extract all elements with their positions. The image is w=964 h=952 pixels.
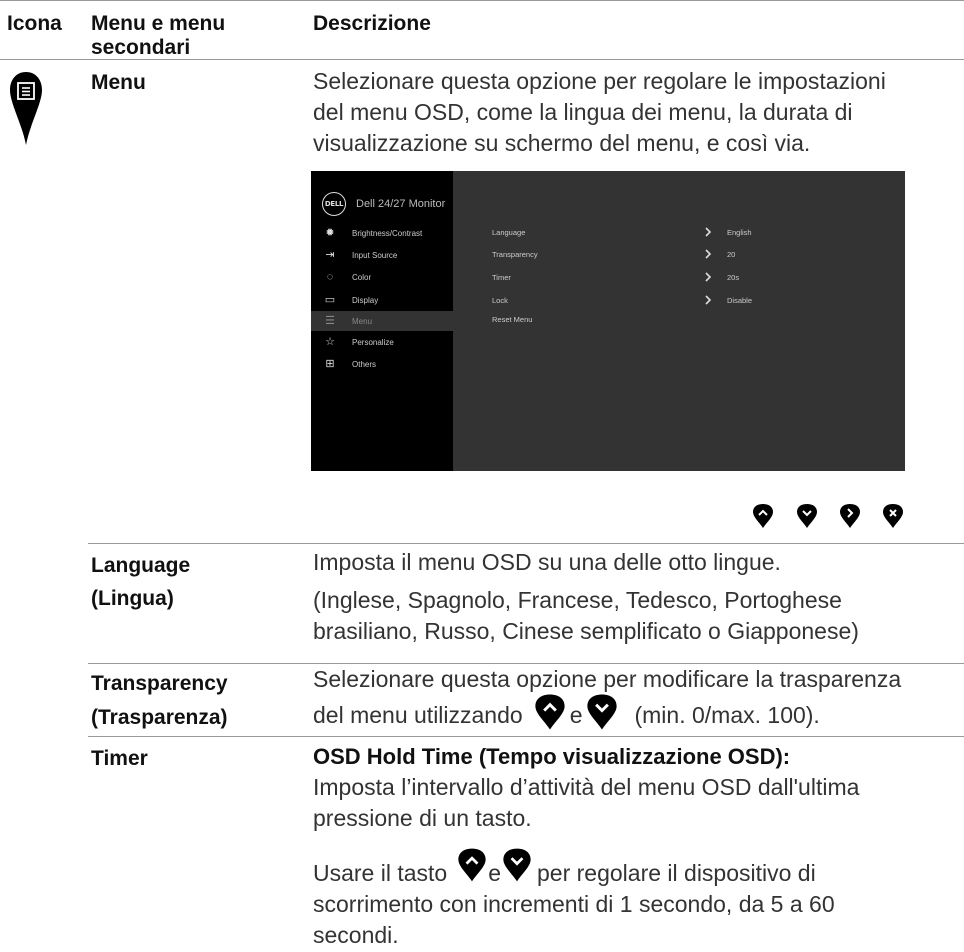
top-rule — [0, 0, 964, 1]
right-button-icon[interactable] — [839, 503, 861, 529]
row-rule — [88, 736, 964, 737]
transparency-description: Selezionare questa opzione per modificar… — [313, 664, 963, 731]
transparency-desc-pre: del menu utilizzando — [313, 701, 523, 728]
osd-row-language[interactable]: Language — [492, 228, 525, 237]
menu-desc-line: Selezionare questa opzione per regolare … — [313, 68, 886, 94]
down-button-icon — [587, 694, 618, 730]
timer-description: OSD Hold Time (Tempo visualizzazione OSD… — [313, 741, 963, 951]
others-icon: ⊞ — [325, 358, 335, 370]
timer-desc-line: pressione di un tasto. — [313, 805, 532, 831]
osd-sidebar: DELL Dell 24/27 Monitor ✹ Brightness/Con… — [311, 171, 453, 471]
timer-use-line2: scorrimento con incrementi di 1 secondo,… — [313, 891, 835, 917]
osd-item-label: Personalize — [352, 337, 394, 347]
header-col-description: Descrizione — [313, 12, 431, 35]
language-desc-line: (Inglese, Spagnolo, Francese, Tedesco, P… — [313, 587, 842, 613]
menu-label: Menu — [91, 71, 146, 94]
chevron-right-icon — [705, 295, 712, 305]
timer-heading: OSD Hold Time (Tempo visualizzazione OSD… — [313, 744, 791, 769]
language-desc-line: Imposta il menu OSD su una delle otto li… — [313, 549, 781, 575]
chevron-right-icon — [705, 272, 712, 282]
row-rule — [88, 543, 964, 544]
language-label-line1: Language — [91, 554, 191, 577]
timer-use-line1: Usare il tasto e per regolare il disposi… — [313, 847, 963, 889]
language-label-line2: (Lingua) — [91, 587, 174, 610]
down-button-icon[interactable] — [796, 503, 818, 529]
header-col-menu: Menu e menu secondari — [91, 12, 225, 60]
osd-row-timer[interactable]: Timer — [492, 273, 511, 282]
osd-title: Dell 24/27 Monitor — [356, 198, 446, 210]
header-col-menu-line1: Menu e menu — [91, 12, 226, 35]
menu-icon: ☰ — [325, 315, 335, 327]
osd-item-display[interactable]: ▭ Display — [311, 290, 453, 310]
star-icon: ☆ — [325, 336, 335, 348]
transparency-label-line1: Transparency — [91, 672, 228, 695]
osd-item-color[interactable]: ◌ Color — [311, 267, 453, 287]
osd-value-timer: 20s — [727, 273, 740, 282]
osd-item-personalize[interactable]: ☆ Personalize — [311, 332, 453, 352]
osd-item-label: Brightness/Contrast — [352, 228, 423, 238]
transparency-label: Transparency (Trasparenza) — [91, 667, 228, 735]
osd-item-brightness[interactable]: ✹ Brightness/Contrast — [311, 223, 453, 243]
osd-row-lock[interactable]: Lock — [492, 296, 508, 305]
timer-use-mid: e — [488, 860, 502, 886]
osd-row-reset-menu[interactable]: Reset Menu — [492, 315, 532, 324]
transparency-desc-line: Selezionare questa opzione per modificar… — [313, 666, 902, 692]
osd-value-transparency: 20 — [727, 250, 736, 259]
timer-use-post: per regolare il dispositivo di — [537, 860, 816, 886]
language-label: Language (Lingua) — [91, 549, 190, 615]
osd-item-input-source[interactable]: ⇥ Input Source — [311, 245, 453, 265]
transparency-desc-post: (min. 0/max. 100). — [634, 701, 820, 728]
chevron-right-icon — [705, 249, 712, 259]
up-button-icon[interactable] — [752, 503, 774, 529]
menu-description: Selezionare questa opzione per regolare … — [313, 66, 963, 159]
timer-use-line3: secondi. — [313, 922, 399, 948]
transparency-desc-line2: del menu utilizzando e (min. 0/max. 100)… — [313, 694, 963, 731]
menu-desc-line: del menu OSD, come la lingua dei menu, l… — [313, 99, 853, 125]
language-description: Imposta il menu OSD su una delle otto li… — [313, 547, 963, 647]
osd-item-menu[interactable]: ☰ Menu — [311, 311, 453, 331]
osd-value-language: English — [727, 228, 752, 237]
up-button-icon — [458, 848, 486, 882]
osd-item-label: Color — [352, 272, 372, 282]
timer-use-pre: Usare il tasto — [313, 860, 448, 886]
osd-value-lock: Disable — [727, 296, 753, 305]
timer-desc-line: Imposta l’intervallo d’attività del menu… — [313, 774, 860, 800]
header-col-menu-line2: secondari — [91, 36, 191, 59]
osd-row-transparency[interactable]: Transparency — [492, 250, 538, 259]
down-button-icon — [503, 848, 531, 882]
osd-screenshot: DELL Dell 24/27 Monitor ✹ Brightness/Con… — [311, 171, 905, 471]
language-desc-line: brasiliano, Russo, Cinese semplificato o… — [313, 618, 859, 644]
close-button-icon[interactable] — [882, 503, 904, 529]
brightness-icon: ✹ — [325, 227, 335, 239]
transparency-label-line2: (Trasparenza) — [91, 706, 228, 729]
osd-item-label: Menu — [352, 316, 373, 326]
menu-desc-line: visualizzazione su schermo del menu, e c… — [313, 130, 811, 156]
header-rule — [0, 59, 964, 60]
display-icon: ▭ — [324, 294, 336, 306]
input-source-icon: ⇥ — [325, 249, 335, 261]
dell-logo: DELL — [322, 192, 346, 216]
osd-item-label: Others — [352, 359, 377, 369]
up-button-icon — [535, 694, 565, 730]
color-icon: ◌ — [326, 271, 334, 283]
osd-item-label: Input Source — [352, 250, 398, 260]
timer-label: Timer — [91, 747, 148, 770]
osd-item-others[interactable]: ⊞ Others — [311, 354, 453, 374]
osd-item-label: Display — [352, 295, 379, 305]
header-col-icon: Icona — [7, 12, 62, 35]
chevron-right-icon — [705, 227, 712, 237]
menu-icon — [8, 69, 44, 147]
transparency-desc-mid: e — [569, 701, 583, 728]
